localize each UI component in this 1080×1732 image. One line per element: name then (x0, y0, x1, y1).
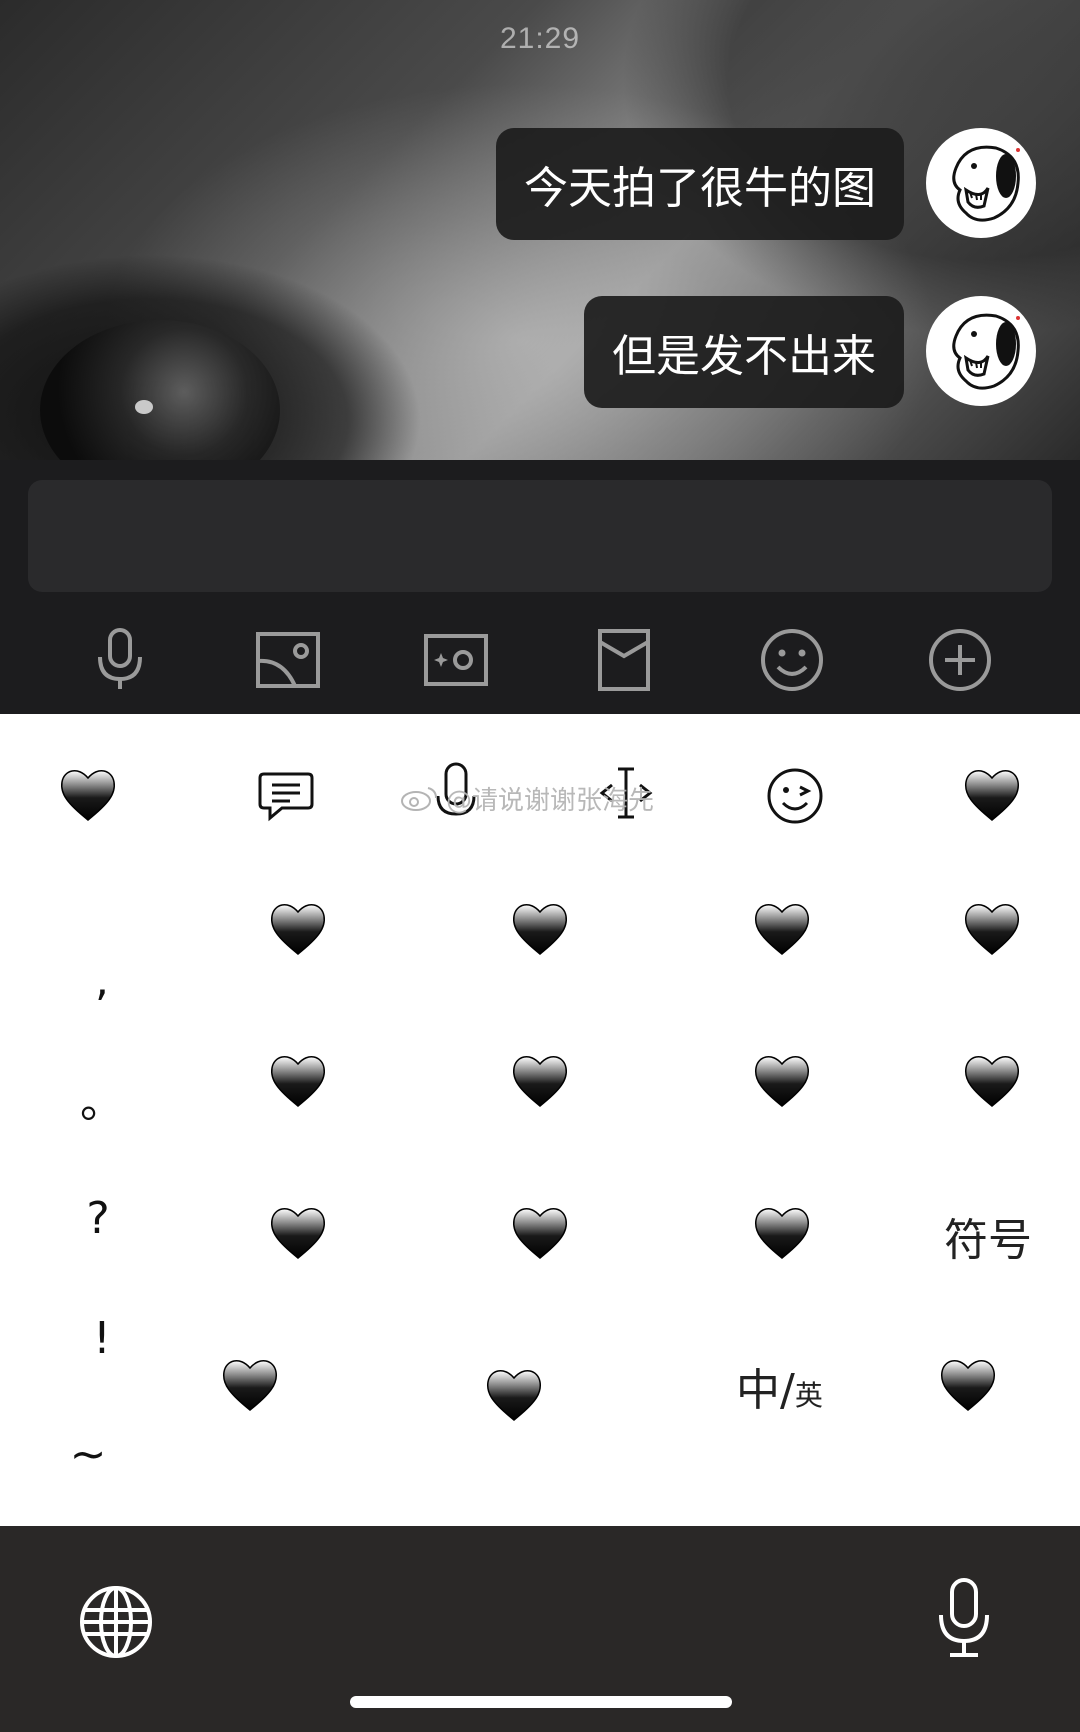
key-heart[interactable] (268, 1050, 328, 1110)
black-heart-icon[interactable] (58, 764, 118, 824)
globe-icon (80, 1586, 152, 1658)
key-heart[interactable] (752, 1050, 812, 1110)
emoji-icon (761, 629, 823, 691)
chat-screen: 21:29 今天拍了很牛的图 但是发不出来 @请说谢谢张海先 , 。 ? ! ~… (0, 0, 1080, 1732)
avatar[interactable] (926, 128, 1036, 238)
emoji-button[interactable] (754, 622, 830, 698)
watermark-text: @请说谢谢张海先 (446, 785, 655, 816)
comma-key[interactable]: , (72, 950, 132, 1010)
red-packet-button[interactable] (586, 622, 662, 698)
keyboard-switch-button[interactable] (76, 1582, 156, 1662)
photo-album-icon (256, 632, 320, 688)
question-key[interactable]: ? (68, 1188, 128, 1248)
voice-button[interactable] (82, 622, 158, 698)
microphone-icon (98, 628, 142, 689)
key-heart[interactable] (510, 1202, 570, 1262)
chat-toolbar (0, 610, 1080, 710)
language-sub-label: 英 (794, 1379, 823, 1412)
key-heart[interactable] (268, 898, 328, 958)
message-bubble[interactable]: 今天拍了很牛的图 (496, 128, 904, 240)
home-indicator[interactable] (350, 1696, 732, 1708)
photo-button[interactable] (250, 622, 326, 698)
key-heart[interactable] (938, 1354, 998, 1414)
avatar[interactable] (926, 296, 1036, 406)
language-switch-key[interactable]: 中/英 (736, 1354, 823, 1424)
camera-icon (424, 634, 488, 686)
eye-glint (135, 400, 153, 414)
message-icon[interactable] (256, 766, 316, 826)
period-key[interactable]: 。 (72, 1068, 132, 1128)
more-button[interactable] (922, 622, 998, 698)
message-input[interactable] (28, 480, 1052, 592)
red-packet-icon (598, 629, 650, 691)
dictation-button[interactable] (924, 1578, 1004, 1658)
key-heart[interactable] (220, 1354, 280, 1414)
camera-button[interactable] (418, 622, 494, 698)
keyboard: @请说谢谢张海先 , 。 ? ! ~ 符号 中/英 (0, 714, 1080, 1526)
avatar-image (928, 130, 1034, 236)
tilde-key[interactable]: ~ (58, 1424, 118, 1484)
message-text: 但是发不出来 (612, 331, 876, 382)
key-heart[interactable] (752, 898, 812, 958)
avatar-image (928, 298, 1034, 404)
input-panel (0, 460, 1080, 714)
key-heart[interactable] (510, 898, 570, 958)
symbols-key[interactable]: 符号 (944, 1206, 1032, 1266)
microphone-icon (939, 1578, 989, 1657)
system-bar (0, 1526, 1080, 1732)
weibo-icon (401, 787, 437, 811)
language-main-label: 中/ (736, 1365, 795, 1416)
black-heart-icon[interactable] (962, 764, 1022, 824)
message-bubble[interactable]: 但是发不出来 (584, 296, 904, 408)
watermark: @请说谢谢张海先 (400, 776, 654, 820)
message-text: 今天拍了很牛的图 (524, 163, 876, 214)
key-heart[interactable] (510, 1050, 570, 1110)
message-time: 21:29 (499, 22, 581, 55)
exclamation-key[interactable]: ! (72, 1308, 132, 1368)
key-heart[interactable] (484, 1364, 544, 1424)
key-heart[interactable] (752, 1202, 812, 1262)
wink-face-icon[interactable] (765, 766, 825, 826)
key-heart[interactable] (268, 1202, 328, 1262)
key-heart[interactable] (962, 898, 1022, 958)
key-heart[interactable] (962, 1050, 1022, 1110)
plus-icon (929, 629, 991, 691)
